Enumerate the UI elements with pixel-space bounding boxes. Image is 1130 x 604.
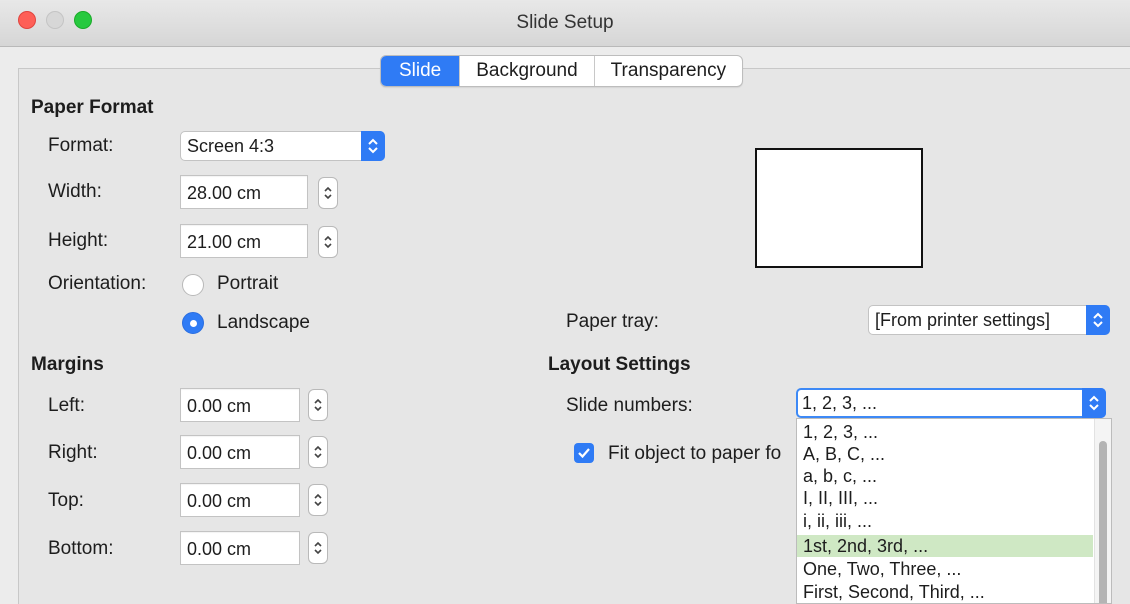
dropdown-scrollbar[interactable]: [1094, 419, 1111, 603]
height-field[interactable]: 21.00 cm: [180, 224, 308, 258]
dropdown-option[interactable]: I, II, III, ...: [797, 487, 1093, 509]
stepper-arrows-icon: [314, 445, 322, 459]
top-margin-stepper[interactable]: [308, 484, 328, 516]
right-margin-label: Right:: [48, 442, 98, 463]
dropdown-option[interactable]: i, ii, iii, ...: [797, 510, 1093, 532]
tab-slide[interactable]: Slide: [381, 56, 461, 86]
format-select[interactable]: Screen 4:3: [180, 131, 385, 161]
landscape-radio[interactable]: [182, 312, 204, 334]
landscape-label: Landscape: [217, 312, 310, 333]
bottom-margin-stepper[interactable]: [308, 532, 328, 564]
stepper-arrows-icon: [314, 493, 322, 507]
stepper-arrows-icon: [314, 398, 322, 412]
format-select-value: Screen 4:3: [187, 136, 275, 156]
portrait-radio[interactable]: [182, 274, 204, 296]
format-label: Format:: [48, 135, 114, 156]
right-margin-stepper[interactable]: [308, 436, 328, 468]
orientation-label: Orientation:: [48, 273, 147, 294]
margins-heading: Margins: [31, 354, 104, 375]
slide-preview: [755, 148, 923, 268]
bottom-margin-label: Bottom:: [48, 538, 114, 559]
dropdown-option[interactable]: a, b, c, ...: [797, 465, 1093, 487]
paper-tray-select[interactable]: [From printer settings]: [868, 305, 1110, 335]
height-stepper[interactable]: [318, 226, 338, 258]
window-title: Slide Setup: [516, 12, 614, 33]
width-field[interactable]: 28.00 cm: [180, 175, 308, 209]
scrollbar-thumb[interactable]: [1099, 441, 1107, 603]
slide-numbers-dropdown: 1, 2, 3, ... A, B, C, ... a, b, c, ... I…: [796, 418, 1112, 604]
stepper-arrows-icon: [324, 186, 332, 200]
top-margin-label: Top:: [48, 490, 84, 511]
dropdown-option[interactable]: 1, 2, 3, ...: [797, 421, 1093, 443]
chevron-updown-icon: [1086, 305, 1110, 335]
dropdown-option[interactable]: First, Second, Third, ...: [797, 581, 1093, 603]
tab-background[interactable]: Background: [460, 56, 595, 86]
stepper-arrows-icon: [314, 541, 322, 555]
left-margin-field[interactable]: 0.00 cm: [180, 388, 300, 422]
left-margin-label: Left:: [48, 395, 85, 416]
title-bar: Slide Setup: [0, 0, 1130, 47]
checkmark-icon: [578, 448, 590, 459]
dropdown-option[interactable]: A, B, C, ...: [797, 443, 1093, 465]
slide-numbers-label: Slide numbers:: [566, 395, 693, 416]
top-margin-field[interactable]: 0.00 cm: [180, 483, 300, 517]
slide-setup-window: Slide Setup Slide Background Transparenc…: [0, 0, 1130, 604]
portrait-label: Portrait: [217, 273, 279, 294]
width-label: Width:: [48, 181, 102, 202]
tab-bar: Slide Background Transparency: [380, 55, 744, 87]
fit-object-label[interactable]: Fit object to paper fo: [608, 443, 796, 465]
slide-numbers-value: 1, 2, 3, ...: [802, 393, 878, 413]
dropdown-option[interactable]: One, Two, Three, ...: [797, 558, 1093, 580]
paper-tray-value: [From printer settings]: [875, 310, 1051, 330]
right-margin-field[interactable]: 0.00 cm: [180, 435, 300, 469]
width-stepper[interactable]: [318, 177, 338, 209]
left-margin-stepper[interactable]: [308, 389, 328, 421]
tab-transparency[interactable]: Transparency: [595, 56, 742, 86]
slide-numbers-select[interactable]: 1, 2, 3, ...: [796, 388, 1106, 418]
chevron-updown-icon: [1082, 388, 1106, 418]
paper-format-heading: Paper Format: [31, 97, 154, 118]
fit-object-checkbox[interactable]: [574, 443, 594, 463]
layout-settings-heading: Layout Settings: [548, 354, 691, 375]
bottom-margin-field[interactable]: 0.00 cm: [180, 531, 300, 565]
stepper-arrows-icon: [324, 235, 332, 249]
dropdown-option-highlighted[interactable]: 1st, 2nd, 3rd, ...: [797, 535, 1093, 557]
paper-tray-label: Paper tray:: [566, 311, 659, 332]
chevron-updown-icon: [361, 131, 385, 161]
height-label: Height:: [48, 230, 109, 251]
